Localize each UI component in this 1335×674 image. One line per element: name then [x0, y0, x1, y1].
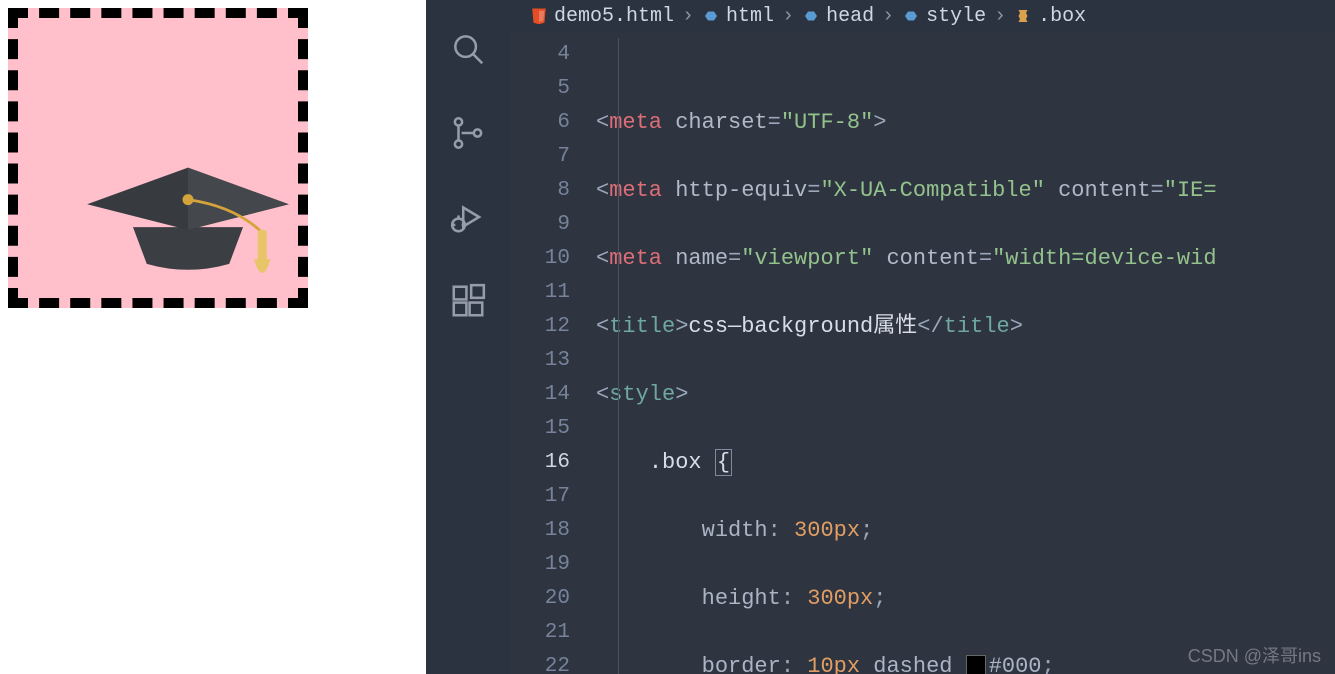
- breadcrumb-file[interactable]: demo5.html: [530, 5, 674, 28]
- line-number: 18: [510, 514, 596, 548]
- editor-main: demo5.html › html › head › style › .box: [510, 0, 1335, 674]
- symbol-icon: [902, 7, 920, 25]
- rendered-box: [8, 8, 308, 308]
- breadcrumb-node-html[interactable]: html: [702, 5, 774, 28]
- code-editor: demo5.html › html › head › style › .box: [426, 0, 1335, 674]
- line-number: 7: [510, 140, 596, 174]
- breadcrumb-separator: ›: [994, 5, 1006, 28]
- watermark: CSDN @泽哥ins: [1188, 642, 1321, 668]
- line-number-gutter: 45678910111213141516171819202122: [510, 32, 596, 674]
- line-number: 20: [510, 582, 596, 616]
- editor-body[interactable]: 45678910111213141516171819202122 <meta c…: [510, 32, 1335, 674]
- line-number: 6: [510, 106, 596, 140]
- line-number: 21: [510, 616, 596, 650]
- symbol-icon: [802, 7, 820, 25]
- line-number: 11: [510, 276, 596, 310]
- line-number: 10: [510, 242, 596, 276]
- line-number: 4: [510, 38, 596, 72]
- search-icon[interactable]: [449, 30, 487, 68]
- line-number: 5: [510, 72, 596, 106]
- breadcrumb-node-style[interactable]: style: [902, 5, 986, 28]
- breadcrumb-file-label: demo5.html: [554, 5, 674, 28]
- line-number: 14: [510, 378, 596, 412]
- line-number: 9: [510, 208, 596, 242]
- css-rule-icon: [1014, 7, 1032, 25]
- breadcrumb-separator: ›: [882, 5, 894, 28]
- breadcrumb-node-head[interactable]: head: [802, 5, 874, 28]
- color-swatch-black[interactable]: [966, 655, 986, 674]
- indent-guide: [618, 38, 619, 674]
- activity-bar: [426, 0, 510, 674]
- debug-icon[interactable]: [449, 198, 487, 236]
- breadcrumb[interactable]: demo5.html › html › head › style › .box: [510, 0, 1335, 32]
- line-number: 12: [510, 310, 596, 344]
- symbol-icon: [702, 7, 720, 25]
- breadcrumb-node-box[interactable]: .box: [1014, 5, 1086, 28]
- extensions-icon[interactable]: [449, 282, 487, 320]
- graduation-cap-icon: [78, 138, 298, 298]
- source-control-icon[interactable]: [449, 114, 487, 152]
- line-number: 22: [510, 650, 596, 674]
- code-area[interactable]: <meta charset="UTF-8"> <meta http-equiv=…: [596, 32, 1335, 674]
- breadcrumb-separator: ›: [682, 5, 694, 28]
- breadcrumb-separator: ›: [782, 5, 794, 28]
- line-number: 17: [510, 480, 596, 514]
- line-number: 15: [510, 412, 596, 446]
- browser-preview-pane: [0, 0, 426, 674]
- line-number: 16: [510, 446, 596, 480]
- html-file-icon: [530, 7, 548, 25]
- line-number: 19: [510, 548, 596, 582]
- line-number: 8: [510, 174, 596, 208]
- line-number: 13: [510, 344, 596, 378]
